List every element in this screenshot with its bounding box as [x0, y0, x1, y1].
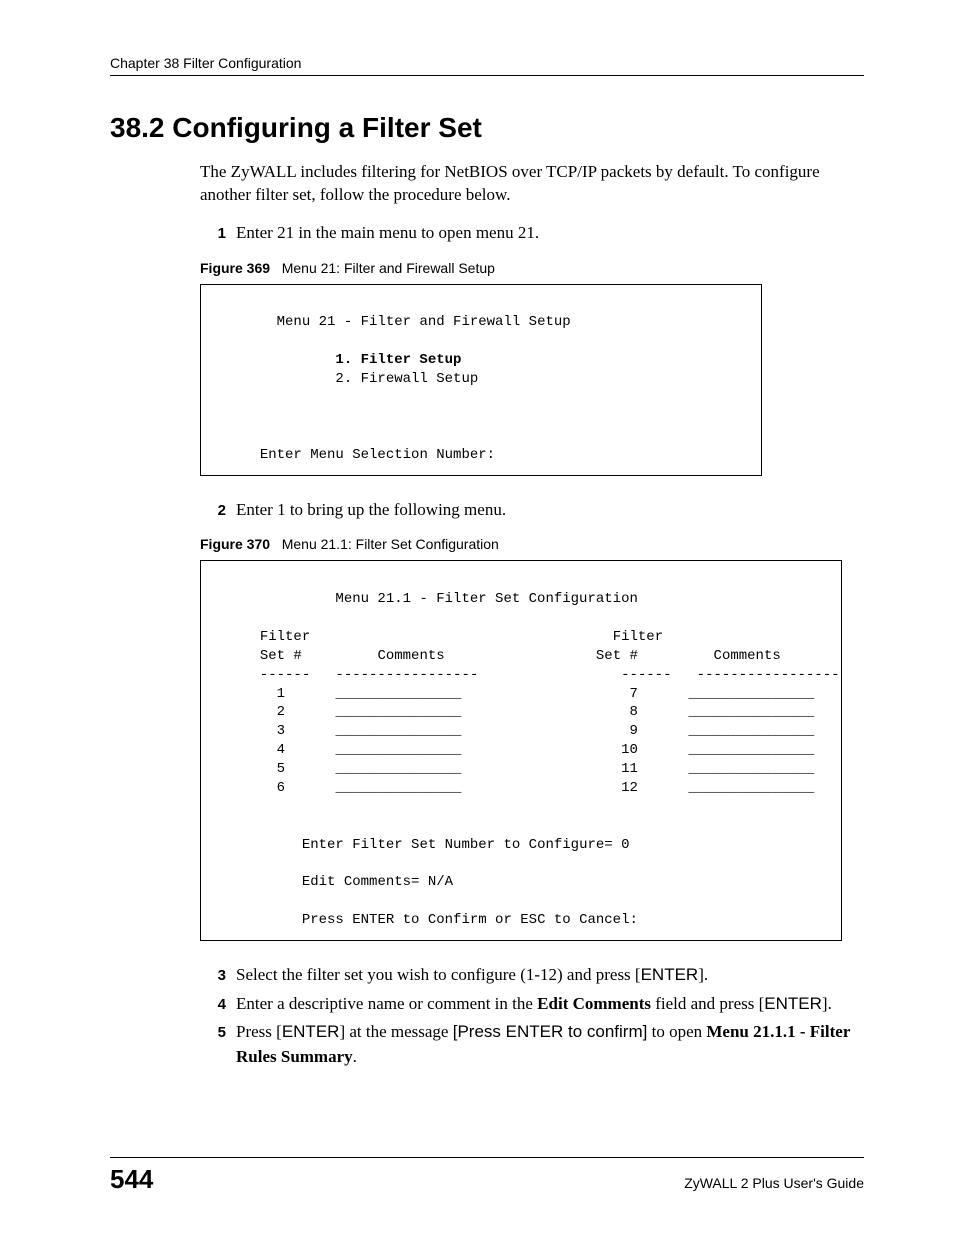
prompt-press-enter: Press ENTER to Confirm or ESC to Cancel:: [302, 912, 638, 928]
row-l4: 4: [277, 742, 285, 758]
menu21-prompt: Enter Menu Selection Number:: [260, 447, 495, 463]
row-r1: 7: [630, 686, 638, 702]
row-l3: 3: [277, 723, 285, 739]
section-title: 38.2 Configuring a Filter Set: [110, 112, 864, 144]
step-text: Enter 1 to bring up the following menu.: [236, 498, 864, 523]
menu21-option-filter-setup: 1. Filter Setup: [335, 352, 461, 368]
step-4: 4 Enter a descriptive name or comment in…: [200, 992, 864, 1017]
step-text: Select the filter set you wish to config…: [236, 963, 864, 988]
guide-name: ZyWALL 2 Plus User's Guide: [684, 1175, 864, 1191]
row-l2: 2: [277, 704, 285, 720]
row-l5: 5: [277, 761, 285, 777]
steps-c: 3 Select the filter set you wish to conf…: [200, 963, 864, 1070]
col-filter-b: Filter: [613, 629, 663, 645]
figure-369-caption: Figure 369 Menu 21: Filter and Firewall …: [200, 260, 864, 276]
page-footer: 544 ZyWALL 2 Plus User's Guide: [110, 1157, 864, 1195]
section-intro: The ZyWALL includes filtering for NetBIO…: [200, 161, 864, 207]
row-l1: 1: [277, 686, 285, 702]
row-r5: 11: [621, 761, 638, 777]
step-text: Enter 21 in the main menu to open menu 2…: [236, 221, 864, 246]
row-r3: 9: [630, 723, 638, 739]
step-2: 2 Enter 1 to bring up the following menu…: [200, 498, 864, 523]
col-comments-a: Comments: [377, 648, 444, 664]
step-number: 2: [200, 500, 226, 522]
menu211-title: Menu 21.1 - Filter Set Configuration: [335, 591, 637, 607]
step-number: 3: [200, 965, 226, 987]
page: Chapter 38 Filter Configuration 38.2 Con…: [0, 0, 954, 1235]
step-number: 5: [200, 1022, 226, 1044]
figure-label: Figure 369: [200, 260, 270, 276]
menu21-title: Menu 21 - Filter and Firewall Setup: [277, 314, 571, 330]
row-r4: 10: [621, 742, 638, 758]
page-number: 544: [110, 1164, 153, 1195]
col-set-b: Set #: [596, 648, 638, 664]
step-number: 1: [200, 223, 226, 245]
step-number: 4: [200, 994, 226, 1016]
figure-label: Figure 370: [200, 536, 270, 552]
step-text: Press [ENTER] at the message [Press ENTE…: [236, 1020, 864, 1069]
row-r6: 12: [621, 780, 638, 796]
figure-370-terminal: Menu 21.1 - Filter Set Configuration Fil…: [200, 560, 842, 941]
step-3: 3 Select the filter set you wish to conf…: [200, 963, 864, 988]
col-comments-b: Comments: [714, 648, 781, 664]
figure-370-caption: Figure 370 Menu 21.1: Filter Set Configu…: [200, 536, 864, 552]
chapter-header: Chapter 38 Filter Configuration: [110, 55, 864, 76]
row-l6: 6: [277, 780, 285, 796]
figure-caption-text: Menu 21: Filter and Firewall Setup: [282, 260, 495, 276]
steps-a: 1 Enter 21 in the main menu to open menu…: [200, 221, 864, 246]
col-set-a: Set #: [260, 648, 302, 664]
step-5: 5 Press [ENTER] at the message [Press EN…: [200, 1020, 864, 1069]
menu21-option-firewall-setup: 2. Firewall Setup: [335, 371, 478, 387]
figure-369-terminal: Menu 21 - Filter and Firewall Setup 1. F…: [200, 284, 762, 476]
figure-caption-text: Menu 21.1: Filter Set Configuration: [282, 536, 499, 552]
row-r2: 8: [630, 704, 638, 720]
steps-b: 2 Enter 1 to bring up the following menu…: [200, 498, 864, 523]
col-filter-a: Filter: [260, 629, 310, 645]
prompt-enter-filter-set: Enter Filter Set Number to Configure= 0: [302, 837, 630, 853]
prompt-edit-comments: Edit Comments= N/A: [302, 874, 453, 890]
step-text: Enter a descriptive name or comment in t…: [236, 992, 864, 1017]
step-1: 1 Enter 21 in the main menu to open menu…: [200, 221, 864, 246]
